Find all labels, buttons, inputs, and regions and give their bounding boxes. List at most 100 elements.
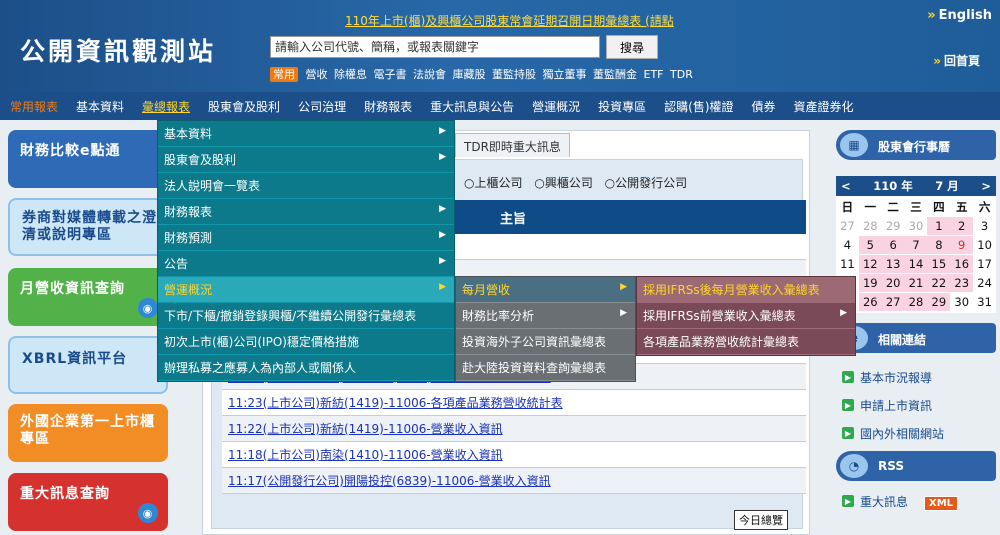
calendar-day[interactable]: 9 [950,236,974,254]
calendar-day[interactable]: 20 [881,274,905,292]
calendar-day[interactable]: 23 [950,274,974,292]
calendar-day[interactable]: 29 [927,293,951,311]
related-link[interactable]: ▶ 申請上市資訊 [836,389,1000,417]
menu-item-selected[interactable]: 每月營收 ▶ [456,277,635,303]
calendar-day: 31 [977,295,992,309]
calendar-day[interactable]: 26 [858,293,882,311]
radio-public[interactable]: ○公開發行公司 [605,176,688,190]
menu-item-selected[interactable]: 營運概況 ▶ [158,277,454,303]
menu-item[interactable]: 赴大陸投資資料查詢彙總表 [456,355,635,381]
nav-item[interactable]: 財務報表 [364,98,412,115]
calendar-day[interactable]: 8 [927,236,951,254]
home-link[interactable]: » 回首頁 [933,52,980,69]
all-day-button[interactable]: 今日總覽 [734,510,788,530]
table-row[interactable]: 11:18(上市公司)南染(1410)-11006-營業收入資訊 [222,442,806,468]
quick-link[interactable]: 董監持股 [492,68,536,81]
announcement-link[interactable]: 110年上市(櫃)及興櫃公司股東常會延期召開日期彙總表 (請點 [345,12,674,29]
quick-link[interactable]: 法說會 [413,68,446,81]
banner-xbrl[interactable]: XBRL資訊平台 [8,336,168,394]
double-chevron-icon: » [933,54,941,68]
magnifier-icon: ◉ [138,503,158,523]
search-input[interactable] [270,36,600,58]
main-nav: 常用報表 基本資料 彙總報表 股東會及股利 公司治理 財務報表 重大訊息與公告 … [0,92,1000,120]
menu-item[interactable]: 辦理私募之應募人為內部人或關係人 [158,355,454,381]
calendar-day[interactable]: 2 [950,217,974,235]
search-button[interactable]: 搜尋 [606,35,658,59]
menu-item[interactable]: 財務比率分析 ▶ [456,303,635,329]
menu-item[interactable]: 投資海外子公司資訊彙總表 [456,329,635,355]
calendar-day[interactable]: 7 [904,236,928,254]
calendar-day[interactable]: 28 [904,293,928,311]
nav-item[interactable]: 股東會及股利 [208,98,280,115]
related-link[interactable]: ▶ 基本市況報導 [836,361,1000,389]
xml-badge[interactable]: XML [924,496,959,511]
arrow-icon: ▶ [842,371,854,383]
menu-item[interactable]: 下市/下櫃/撤銷登錄興櫃/不繼續公開發行彙總表 [158,303,454,329]
calendar-day[interactable]: 15 [927,255,951,273]
banner-monthly-revenue[interactable]: 月營收資訊查詢 ◉ [8,268,168,326]
menu-item[interactable]: 法人說明會一覽表 [158,173,454,199]
menu-item[interactable]: 初次上市(櫃)公司(IPO)穩定價格措施 [158,329,454,355]
quick-link[interactable]: 庫藏股 [453,68,486,81]
nav-item[interactable]: 常用報表 [10,98,58,115]
calendar-day[interactable]: 6 [881,236,905,254]
menu-item[interactable]: 公告 ▶ [158,251,454,277]
english-link[interactable]: » English [927,8,992,23]
menu-item[interactable]: 股東會及股利 ▶ [158,147,454,173]
menu-item[interactable]: 財務報表 ▶ [158,199,454,225]
nav-item[interactable]: 投資專區 [598,98,646,115]
related-link[interactable]: ▶ 國內外相關網站 [836,417,1000,445]
quick-link[interactable]: TDR [670,68,693,81]
calendar-day[interactable]: 21 [904,274,928,292]
double-chevron-icon: » [927,8,936,23]
quick-link[interactable]: 電子書 [374,68,407,81]
banner-material-info[interactable]: 重大訊息查詢 ◉ [8,473,168,531]
meeting-calendar-header[interactable]: ▦ 股東會行事曆 [836,130,996,160]
nav-item[interactable]: 認購(售)權證 [664,98,733,115]
calendar-day[interactable]: 27 [881,293,905,311]
banner-foreign-company[interactable]: 外國企業第一上市櫃專區 [8,404,168,462]
site-logo[interactable]: 公開資訊觀測站 [20,32,216,68]
quick-link[interactable]: ETF [644,68,664,81]
quick-link[interactable]: 董監酬金 [593,68,637,81]
banner-financial-compare[interactable]: 財務比較e點通 [8,130,168,188]
calendar-day[interactable]: 1 [927,217,951,235]
table-row[interactable]: 11:23(上市公司)新紡(1419)-11006-各項產品業務營收統計表 [222,390,806,416]
radio-otc[interactable]: ○上櫃公司 [464,176,523,190]
nav-item[interactable]: 重大訊息與公告 [430,98,514,115]
banner-label: XBRL資訊平台 [22,351,128,367]
calendar-day[interactable]: 19 [858,274,882,292]
nav-item[interactable]: 債券 [752,98,776,115]
calendar-day[interactable]: 16 [950,255,974,273]
calendar-day[interactable]: 5 [858,236,882,254]
menu-item[interactable]: 基本資料 ▶ [158,121,454,147]
nav-item-active[interactable]: 彙總報表 [142,98,190,115]
magnifier-icon: ◉ [138,298,158,318]
quick-link[interactable]: 獨立董事 [543,68,587,81]
calendar-day: 28 [862,219,878,233]
menu-item[interactable]: 財務預測 ▶ [158,225,454,251]
banner-broker-clarify[interactable]: 券商對媒體轉載之澄清或說明專區 [8,198,168,256]
calendar-prev-button[interactable]: < [841,179,851,193]
nav-item[interactable]: 資產證券化 [794,98,854,115]
calendar-day[interactable]: 22 [927,274,951,292]
menu-item-selected[interactable]: 採用IFRSs後每月營業收入彙總表 [637,277,855,303]
rss-link[interactable]: ▶ 重大訊息 XML [836,485,1000,513]
calendar-day: 17 [977,257,992,271]
table-row[interactable]: 11:22(上市公司)新紡(1419)-11006-營業收入資訊 [222,416,806,442]
radio-emerging[interactable]: ○興櫃公司 [534,176,593,190]
calendar-day[interactable]: 14 [904,255,928,273]
tab-tdr[interactable]: TDR即時重大訊息 [455,133,570,157]
submenu-operations: 每月營收 ▶ 財務比率分析 ▶ 投資海外子公司資訊彙總表 赴大陸投資資料查詢彙總表 [455,276,636,382]
quick-link[interactable]: 除權息 [334,68,367,81]
table-row[interactable]: 11:17(公開發行公司)開陽投控(6839)-11006-營業收入資訊 [222,468,806,494]
calendar-day[interactable]: 12 [858,255,882,273]
calendar-next-button[interactable]: > [981,179,991,193]
nav-item[interactable]: 營運概況 [532,98,580,115]
nav-item[interactable]: 基本資料 [76,98,124,115]
menu-item[interactable]: 各項產品業務營收統計彙總表 [637,329,855,355]
quick-link[interactable]: 營收 [306,68,328,81]
nav-item[interactable]: 公司治理 [298,98,346,115]
menu-item[interactable]: 採用IFRSs前營業收入彙總表 ▶ [637,303,855,329]
calendar-day[interactable]: 13 [881,255,905,273]
